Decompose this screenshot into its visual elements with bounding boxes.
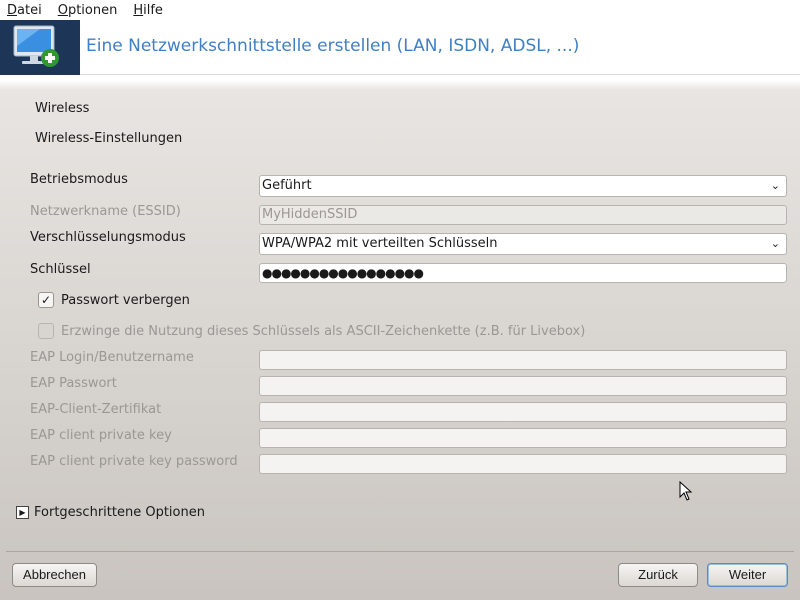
cancel-button[interactable]: Abbrechen xyxy=(12,563,97,587)
eap-private-key-input[interactable] xyxy=(259,428,787,448)
menu-hilfe[interactable]: Hilfe xyxy=(125,3,171,18)
menu-datei[interactable]: Datei xyxy=(0,3,50,18)
back-button[interactable]: Zurück xyxy=(618,563,698,587)
force-ascii-row[interactable]: Erzwinge die Nutzung dieses Schlüssels a… xyxy=(38,323,585,339)
chevron-down-icon: ⌄ xyxy=(770,179,780,192)
chevron-down-icon: ⌄ xyxy=(770,237,780,250)
footer-separator xyxy=(6,551,794,552)
eap-login-label: EAP Login/Benutzername xyxy=(30,350,194,365)
force-ascii-label: Erzwinge die Nutzung dieses Schlüssels a… xyxy=(61,323,586,339)
advanced-options-expander[interactable]: ▶ Fortgeschrittene Optionen xyxy=(16,505,205,520)
menu-optionen[interactable]: Optionen xyxy=(50,3,126,18)
essid-input[interactable]: MyHiddenSSID xyxy=(259,205,787,225)
eap-client-cert-label: EAP-Client-Zertifikat xyxy=(30,402,162,417)
hide-password-row[interactable]: ✓ Passwort verbergen xyxy=(38,292,190,308)
eap-login-input[interactable] xyxy=(259,350,787,370)
eap-private-key-label: EAP client private key xyxy=(30,428,172,443)
section-wireless-settings: Wireless-Einstellungen xyxy=(35,131,183,146)
encryption-mode-label: Verschlüsselungsmodus xyxy=(30,230,186,245)
key-input[interactable]: ●●●●●●●●●●●●●●●●● xyxy=(259,263,787,283)
network-monitor-add-icon xyxy=(0,20,80,75)
section-wireless: Wireless xyxy=(35,101,90,116)
essid-label: Netzwerkname (ESSID) xyxy=(30,204,181,219)
key-label: Schlüssel xyxy=(30,262,91,277)
eap-client-cert-input[interactable] xyxy=(259,402,787,422)
hide-password-label: Passwort verbergen xyxy=(61,292,190,308)
page-title: Eine Netzwerkschnittstelle erstellen (LA… xyxy=(86,36,580,56)
eap-private-key-password-label: EAP client private key password xyxy=(30,454,238,469)
operating-mode-label: Betriebsmodus xyxy=(30,172,128,187)
encryption-mode-select[interactable]: WPA/WPA2 mit verteilten Schlüsseln ⌄ xyxy=(259,233,787,255)
operating-mode-value: Geführt xyxy=(262,178,312,193)
header-banner: Eine Netzwerkschnittstelle erstellen (LA… xyxy=(0,20,800,75)
mouse-pointer-icon xyxy=(679,480,693,505)
force-ascii-checkbox[interactable] xyxy=(38,323,54,339)
expand-arrow-icon: ▶ xyxy=(16,506,29,519)
operating-mode-select[interactable]: Geführt ⌄ xyxy=(259,175,787,197)
encryption-mode-value: WPA/WPA2 mit verteilten Schlüsseln xyxy=(262,236,498,251)
eap-password-label: EAP Passwort xyxy=(30,376,117,391)
advanced-options-label: Fortgeschrittene Optionen xyxy=(34,505,205,520)
eap-private-key-password-input[interactable] xyxy=(259,454,787,474)
menubar: Datei Optionen Hilfe xyxy=(0,0,800,20)
eap-password-input[interactable] xyxy=(259,376,787,396)
next-button[interactable]: Weiter xyxy=(707,563,788,587)
hide-password-checkbox[interactable]: ✓ xyxy=(38,292,54,308)
